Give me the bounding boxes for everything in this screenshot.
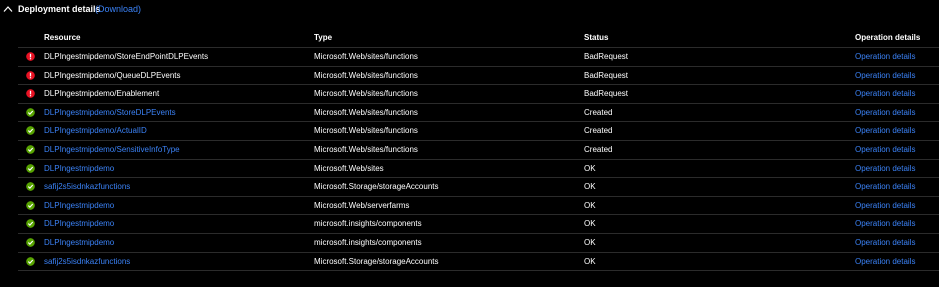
- resource-type: Microsoft.Storage/storageAccounts: [314, 256, 439, 266]
- resource-type: Microsoft.Web/sites: [314, 163, 384, 173]
- status-text: OK: [584, 200, 596, 210]
- table-header-row: Resource Type Status Operation details: [18, 29, 939, 48]
- resource-name: DLPIngestmipdemo/QueueDLPEvents: [44, 70, 181, 80]
- table-row: DLPIngestmipdemo/QueueDLPEvents Microsoft…: [18, 67, 939, 86]
- success-icon: [26, 126, 35, 136]
- table-row: DLPIngestmipdemo/SensitiveInfoType Micros…: [18, 141, 939, 160]
- resource-type: Microsoft.Web/sites/functions: [314, 144, 418, 154]
- status-text: OK: [584, 219, 596, 229]
- error-icon: [26, 89, 35, 99]
- operation-details-link[interactable]: Operation details: [855, 141, 915, 158]
- status-text: Created: [584, 107, 613, 117]
- table-row: safij2s5isdnkazfunctions Microsoft.Storag…: [18, 178, 939, 197]
- operation-details-link[interactable]: Operation details: [855, 215, 915, 232]
- download-link[interactable]: (Download): [95, 4, 141, 14]
- resource-type: Microsoft.Web/sites/functions: [314, 89, 418, 99]
- operation-details-link[interactable]: Operation details: [855, 48, 915, 65]
- success-icon: [26, 200, 35, 210]
- chevron-up-icon[interactable]: [3, 5, 13, 13]
- status-text: Created: [584, 126, 613, 136]
- column-header-resource: Resource: [44, 33, 81, 42]
- status-text: OK: [584, 237, 596, 247]
- operation-details-link[interactable]: Operation details: [855, 122, 915, 139]
- status-text: BadRequest: [584, 89, 629, 99]
- resource-name: DLPIngestmipdemo/StoreEndPointDLPEvents: [44, 52, 209, 61]
- operation-details-link[interactable]: Operation details: [855, 85, 915, 102]
- operation-details-link[interactable]: Operation details: [855, 253, 915, 270]
- table-row: safij2s5isdnkazfunctions Microsoft.Storag…: [18, 253, 939, 272]
- resource-type: Microsoft.Storage/storageAccounts: [314, 182, 439, 192]
- section-title: Deployment details: [18, 4, 101, 14]
- table-row: DLPIngestmipdemo Microsoft.Web/sites OK Ope…: [18, 160, 939, 179]
- table-body: DLPIngestmipdemo/StoreEndPointDLPEvents M…: [18, 48, 939, 272]
- deployment-details-header: Deployment details (Download): [0, 0, 939, 20]
- table-row: DLPIngestmipdemo/ActualID Microsoft.Web/s…: [18, 122, 939, 141]
- resource-name[interactable]: DLPIngestmipdemo/StoreDLPEvents: [44, 104, 176, 121]
- status-text: OK: [584, 256, 596, 266]
- success-icon: [26, 238, 35, 247]
- success-icon: [26, 107, 35, 117]
- table-row: DLPIngestmipdemo Microsoft.Web/serverfarm…: [18, 197, 939, 216]
- table-row: DLPIngestmipdemo/StoreDLPEvents Microsoft…: [18, 104, 939, 123]
- resource-name: DLPIngestmipdemo/Enablement: [44, 89, 160, 99]
- success-icon: [26, 163, 35, 173]
- status-text: Created: [584, 144, 613, 154]
- resource-type: microsoft.insights/components: [314, 237, 422, 247]
- resource-type: Microsoft.Web/sites/functions: [314, 126, 418, 136]
- column-header-type: Type: [314, 33, 333, 42]
- error-icon: [26, 70, 35, 80]
- success-icon: [26, 182, 35, 191]
- deployment-table: Resource Type Status Operation details D…: [18, 29, 939, 272]
- table-row: DLPIngestmipdemo microsoft.insights/compo…: [18, 234, 939, 253]
- operation-details-link[interactable]: Operation details: [855, 234, 915, 251]
- status-text: OK: [584, 182, 596, 192]
- resource-type: Microsoft.Web/sites/functions: [314, 107, 418, 117]
- resource-type: Microsoft.Web/serverfarms: [314, 200, 410, 210]
- resource-type: Microsoft.Web/sites/functions: [314, 52, 418, 61]
- error-icon: [26, 52, 35, 61]
- status-text: OK: [584, 163, 596, 173]
- success-icon: [26, 219, 35, 229]
- resource-type: Microsoft.Web/sites/functions: [314, 70, 418, 80]
- resource-name[interactable]: DLPIngestmipdemo/ActualID: [44, 122, 147, 139]
- table-row: DLPIngestmipdemo/StoreEndPointDLPEvents M…: [18, 48, 939, 67]
- resource-name[interactable]: DLPIngestmipdemo: [44, 197, 114, 214]
- operation-details-link[interactable]: Operation details: [855, 197, 915, 214]
- resource-name[interactable]: DLPIngestmipdemo: [44, 234, 114, 251]
- resource-name[interactable]: DLPIngestmipdemo: [44, 160, 114, 177]
- operation-details-link[interactable]: Operation details: [855, 67, 915, 84]
- table-row: DLPIngestmipdemo/Enablement Microsoft.Web…: [18, 85, 939, 104]
- column-header-operation-details: Operation details: [855, 33, 921, 42]
- success-icon: [26, 145, 35, 154]
- resource-name[interactable]: safij2s5isdnkazfunctions: [44, 253, 130, 270]
- status-text: BadRequest: [584, 70, 629, 80]
- operation-details-link[interactable]: Operation details: [855, 104, 915, 121]
- column-header-status: Status: [584, 33, 609, 42]
- resource-name[interactable]: DLPIngestmipdemo/SensitiveInfoType: [44, 141, 180, 158]
- resource-name[interactable]: safij2s5isdnkazfunctions: [44, 178, 130, 195]
- operation-details-link[interactable]: Operation details: [855, 178, 915, 195]
- resource-name[interactable]: DLPIngestmipdemo: [44, 215, 114, 232]
- resource-type: microsoft.insights/components: [314, 219, 422, 229]
- operation-details-link[interactable]: Operation details: [855, 160, 915, 177]
- table-row: DLPIngestmipdemo microsoft.insights/compo…: [18, 215, 939, 234]
- success-icon: [26, 256, 35, 266]
- status-text: BadRequest: [584, 52, 629, 61]
